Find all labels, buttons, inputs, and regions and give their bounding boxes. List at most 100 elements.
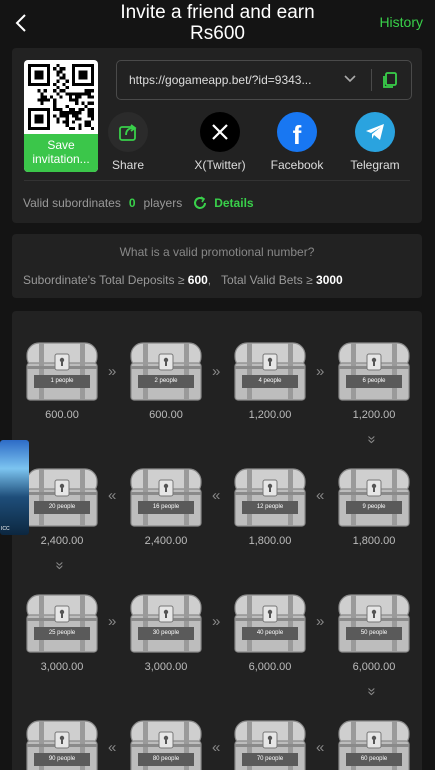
- tier-reward-amount: 1,800.00: [352, 535, 396, 547]
- bets-value: 3000: [316, 273, 343, 287]
- treasure-chest-icon: [338, 468, 410, 527]
- bets-label: Total Valid Bets ≥: [220, 273, 313, 287]
- back-button[interactable]: [10, 10, 32, 36]
- reward-tier[interactable]: 12 people 1,800.00: [232, 465, 308, 547]
- title-line-1: Invite a friend and earn: [120, 2, 315, 23]
- share-options: Share X(Twitter) f Facebook Telegram: [108, 112, 408, 176]
- chevrons-left-icon: «: [108, 739, 117, 756]
- tier-people-label: 2 people: [154, 378, 178, 384]
- deposits-label: Subordinate's Total Deposits ≥: [23, 273, 185, 287]
- reward-tier[interactable]: 6 people 1,200.00: [336, 339, 412, 421]
- qr-code: [28, 64, 94, 130]
- chevrons-right-icon: »: [108, 363, 117, 380]
- reward-tier[interactable]: 70 people: [232, 717, 308, 770]
- share-item-x-twitter[interactable]: X(Twitter): [180, 112, 260, 172]
- telegram-icon: [355, 112, 395, 152]
- reward-tier[interactable]: 1 people 600.00: [24, 339, 100, 421]
- chevrons-down-icon: »: [51, 561, 69, 570]
- chevrons-left-icon: «: [108, 487, 117, 504]
- facebook-icon: f: [277, 112, 317, 152]
- tier-people-label: 16 people: [152, 504, 180, 510]
- chevron-down-icon[interactable]: [343, 74, 357, 84]
- deposits-value: 600: [187, 273, 208, 287]
- tier-reward-amount: 2,400.00: [40, 535, 84, 547]
- reward-tier[interactable]: 9 people 1,800.00: [336, 465, 412, 547]
- save-invitation-button[interactable]: Save invitation...: [24, 134, 98, 172]
- tier-reward-amount: 1,200.00: [248, 409, 292, 421]
- share-label: Share: [111, 158, 145, 172]
- chevrons-left-icon: «: [316, 487, 325, 504]
- reward-tier[interactable]: 90 people: [24, 717, 100, 770]
- reward-tier[interactable]: 50 people 6,000.00: [336, 591, 412, 673]
- link-divider: [371, 69, 372, 91]
- treasure-chest-icon: [130, 468, 202, 527]
- invite-link-field[interactable]: https://gogameapp.bet/?id=9343...: [116, 60, 412, 100]
- treasure-chest-icon: [130, 342, 202, 401]
- reward-tier[interactable]: 20 people 2,400.00: [24, 465, 100, 547]
- tier-reward-amount: 3,000.00: [40, 661, 84, 673]
- treasure-chest-icon: [26, 342, 98, 401]
- chevrons-left-icon: «: [212, 487, 221, 504]
- chevrons-right-icon: »: [108, 613, 117, 630]
- rewards-card: 1 people 600.00 2 people 600.00 4 people 1,…: [12, 311, 422, 770]
- copy-icon[interactable]: [381, 71, 399, 89]
- share-item-telegram[interactable]: Telegram: [335, 112, 415, 172]
- chevrons-down-icon: »: [363, 687, 381, 696]
- tier-reward-amount: 600.00: [149, 409, 183, 421]
- history-link[interactable]: History: [379, 14, 423, 30]
- telegram-label: Telegram: [350, 158, 400, 172]
- tier-people-label: 20 people: [48, 504, 76, 510]
- valid-subordinates-unit: players: [143, 196, 183, 210]
- reward-tier[interactable]: 40 people 6,000.00: [232, 591, 308, 673]
- qr-code-panel: Save invitation...: [24, 60, 98, 172]
- reward-tier[interactable]: 16 people 2,400.00: [128, 465, 204, 547]
- valid-subordinates-count: 0: [128, 196, 136, 210]
- title-line-2: Rs600: [190, 23, 245, 44]
- treasure-chest-icon: [26, 594, 98, 653]
- tier-people-label: 1 people: [50, 378, 74, 384]
- treasure-chest-icon: [338, 342, 410, 401]
- reward-tier[interactable]: 30 people 3,000.00: [128, 591, 204, 673]
- chevrons-right-icon: »: [316, 363, 325, 380]
- invite-card: Save invitation... https://gogameapp.bet…: [12, 48, 422, 223]
- tier-people-label: 30 people: [152, 630, 180, 636]
- floating-ad-label: ICC: [1, 526, 10, 532]
- facebook-label: Facebook: [270, 158, 324, 172]
- valid-subordinates-label: Valid subordinates: [23, 196, 121, 210]
- details-link[interactable]: Details: [214, 196, 253, 210]
- treasure-chest-icon: [130, 594, 202, 653]
- chevrons-right-icon: »: [212, 613, 221, 630]
- tier-reward-amount: 1,200.00: [352, 409, 396, 421]
- chevrons-left-icon: «: [316, 739, 325, 756]
- rules-question: What is a valid promotional number?: [119, 245, 315, 259]
- tier-people-label: 4 people: [258, 378, 282, 384]
- tier-reward-amount: 1,800.00: [248, 535, 292, 547]
- top-bar: Invite a friend and earn Rs600 History: [0, 0, 435, 48]
- tier-people-label: 90 people: [48, 756, 76, 762]
- treasure-chest-icon: [338, 594, 410, 653]
- reward-tier[interactable]: 60 people: [336, 717, 412, 770]
- reward-tier[interactable]: 4 people 1,200.00: [232, 339, 308, 421]
- tier-people-label: 80 people: [152, 756, 180, 762]
- tier-people-label: 9 people: [362, 504, 386, 510]
- tier-reward-amount: 3,000.00: [144, 661, 188, 673]
- treasure-chest-icon: [234, 594, 306, 653]
- tier-reward-amount: 2,400.00: [144, 535, 188, 547]
- chevrons-right-icon: »: [316, 613, 325, 630]
- refresh-icon[interactable]: [192, 195, 208, 211]
- share-item-share[interactable]: Share: [88, 112, 168, 172]
- x-icon: [200, 112, 240, 152]
- floating-ad-banner[interactable]: ICC: [0, 440, 29, 535]
- tier-people-label: 40 people: [256, 630, 284, 636]
- page-title: Invite a friend and earn Rs600: [80, 2, 355, 44]
- share-item-facebook[interactable]: f Facebook: [257, 112, 337, 172]
- treasure-chest-icon: [234, 468, 306, 527]
- x-twitter-label: X(Twitter): [194, 158, 246, 172]
- tier-people-label: 25 people: [48, 630, 76, 636]
- reward-tier[interactable]: 2 people 600.00: [128, 339, 204, 421]
- reward-tier[interactable]: 80 people: [128, 717, 204, 770]
- chevrons-down-icon: »: [363, 435, 381, 444]
- reward-tier[interactable]: 25 people 3,000.00: [24, 591, 100, 673]
- tier-people-label: 6 people: [362, 378, 386, 384]
- chevrons-left-icon: «: [212, 739, 221, 756]
